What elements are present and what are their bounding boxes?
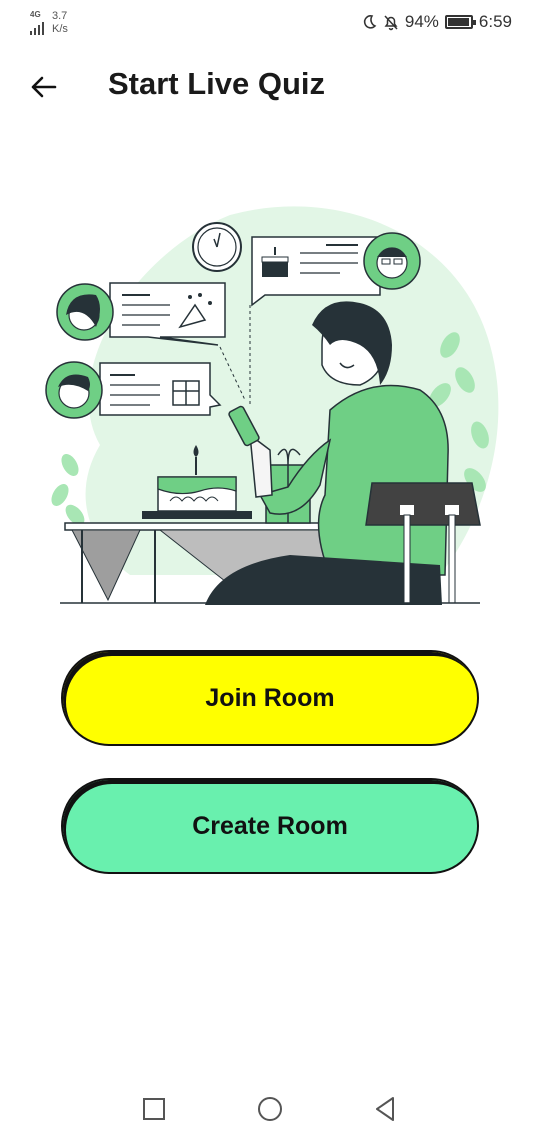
network-indicator: 4G	[30, 10, 44, 35]
join-room-label: Join Room	[205, 683, 335, 712]
speed-value: 3.7	[52, 10, 68, 22]
leaves-left	[51, 454, 85, 526]
battery-percent: 94%	[404, 12, 439, 31]
create-room-button[interactable]: Create Room	[61, 778, 479, 874]
battery-fill	[447, 18, 469, 26]
network-type: 4G	[30, 10, 41, 19]
chat-bubble-party	[56, 282, 226, 346]
square-icon	[143, 1098, 165, 1120]
speed-unit: K/s	[52, 23, 68, 35]
status-right: 94% 6:59	[361, 12, 512, 32]
clock-icon	[192, 222, 242, 272]
circle-icon	[258, 1097, 282, 1121]
signal-icon	[30, 21, 44, 35]
arrow-left-icon	[31, 76, 57, 98]
page-title: Start Live Quiz	[108, 66, 326, 101]
home-button[interactable]	[255, 1094, 285, 1124]
network-speed: 3.7 K/s	[52, 10, 68, 36]
system-nav-bar	[0, 1080, 540, 1140]
triangle-back-icon	[376, 1097, 394, 1121]
hero-illustration	[45, 206, 499, 605]
recents-button[interactable]	[139, 1094, 169, 1124]
chat-bubble-gift	[45, 361, 222, 419]
status-bar: 4G 3.7 K/s 94% 6:59	[0, 0, 540, 46]
battery-icon	[444, 15, 476, 29]
back-button[interactable]	[26, 70, 60, 104]
notifications-off-icon	[384, 14, 398, 30]
create-room-label: Create Room	[192, 811, 348, 840]
nav-back-button[interactable]	[370, 1094, 400, 1124]
status-left: 4G 3.7 K/s	[30, 10, 68, 36]
clock: 6:59	[478, 12, 512, 31]
moon-icon	[363, 15, 377, 29]
join-room-button[interactable]: Join Room	[61, 650, 479, 746]
